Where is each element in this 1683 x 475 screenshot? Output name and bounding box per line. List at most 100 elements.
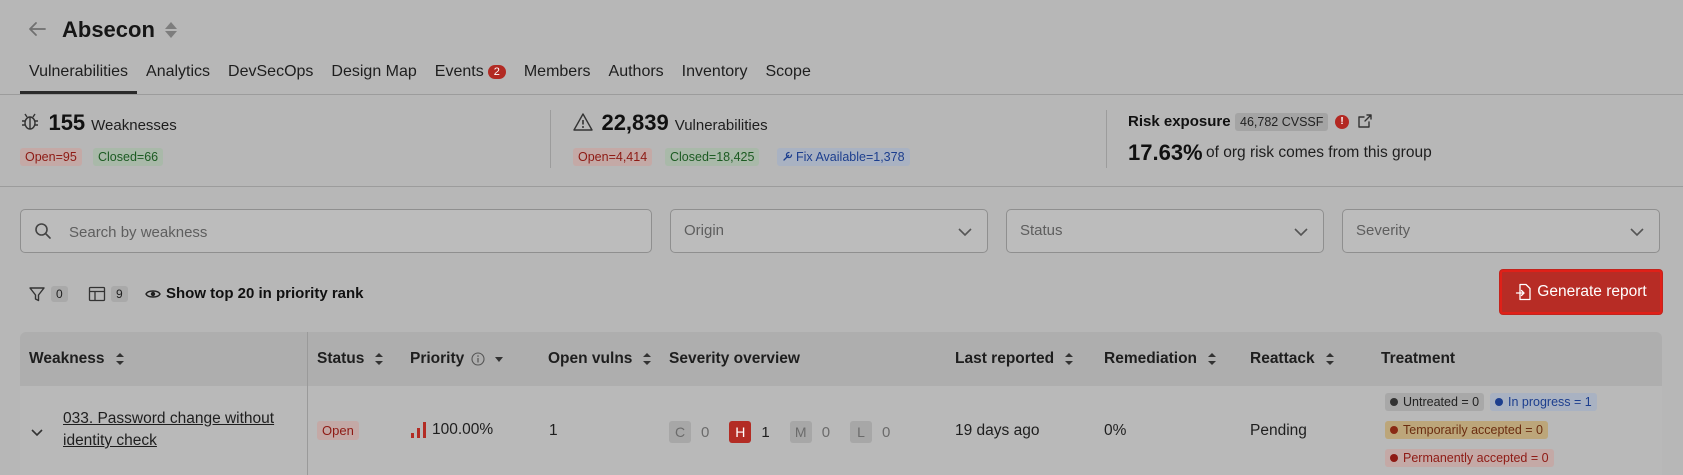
header-reattack[interactable]: Reattack [1250,350,1335,368]
tab-events[interactable]: Events 2 [426,60,515,94]
columns-count: 9 [111,286,128,302]
app-header: Absecon Vulnerabilities Analytics DevSec… [0,0,1683,94]
priority-value: 100.00% [432,421,494,438]
search-input[interactable] [69,221,629,243]
status-select[interactable]: Status [1006,209,1324,253]
severity-select-label: Severity [1356,222,1411,239]
origin-select-label: Origin [684,222,725,239]
report-file-icon [1516,283,1531,301]
sort-icon [1065,353,1074,365]
risk-exposure-title: Risk exposure [1128,113,1231,130]
header-open-vulns[interactable]: Open vulns [548,350,652,368]
tab-analytics[interactable]: Analytics [137,60,219,94]
chevron-down-icon [1294,228,1308,237]
tab-authors[interactable]: Authors [600,60,673,94]
sort-icon [1208,353,1217,365]
status-badge: Open [317,421,359,440]
external-link-icon[interactable] [1357,113,1373,129]
tab-vulnerabilities[interactable]: Vulnerabilities [20,60,138,94]
vulnerabilities-count: 22,839 [601,110,669,135]
severity-overview: C0 H1 M0 L0 [669,421,910,443]
priority-cell: 100.00% [410,421,493,439]
sort-icon [643,353,652,365]
filter-count: 0 [51,286,68,302]
info-icon[interactable] [471,352,485,366]
chevron-down-icon [1630,228,1644,237]
risk-percent: 17.63% [1128,140,1203,165]
tab-inventory[interactable]: Inventory [673,60,757,94]
weaknesses-closed-badge: Closed=66 [93,148,164,166]
chevron-down-icon [958,228,972,237]
wrench-icon [783,151,793,161]
alert-icon[interactable]: ! [1335,115,1349,129]
treatment-permanently-accepted: Permanently accepted = 0 [1385,449,1554,467]
fix-available-badge: Fix Available=1,378 [777,148,910,166]
tab-design-map[interactable]: Design Map [322,60,425,94]
columns-toggle[interactable]: 9 [88,283,128,305]
origin-select[interactable]: Origin [670,209,988,253]
summary-divider-2 [1106,110,1107,168]
tab-members[interactable]: Members [515,60,600,94]
search-box [20,209,652,253]
risk-cvssf-badge: 46,782 CVSSF [1235,113,1329,131]
vulnerabilities-label: Vulnerabilities [674,117,768,134]
summary-bottom-divider [0,186,1683,187]
severity-high: H1 [729,421,770,443]
columns-icon [88,286,106,302]
switch-group-icon[interactable] [164,21,178,39]
open-vulns-value: 1 [549,422,558,439]
severity-low: L0 [850,421,890,443]
weaknesses-label: Weaknesses [91,117,177,134]
header-last-reported[interactable]: Last reported [955,350,1074,368]
eye-icon [145,289,161,298]
risk-description: of org risk comes from this group [1206,144,1432,161]
warning-icon [573,113,593,131]
remediation-value: 0% [1104,422,1127,439]
summary-divider [550,110,551,168]
vulnerabilities-open-badge: Open=4,414 [573,148,653,166]
vulnerabilities-summary: 22,839 Vulnerabilities [573,110,768,136]
sort-icon [375,353,384,365]
signal-bars-icon [411,422,426,438]
generate-report-button[interactable]: Generate report [1500,270,1662,314]
status-select-label: Status [1020,222,1063,239]
filter-toggle[interactable]: 0 [28,283,68,305]
weaknesses-table: Weakness Status Priority Open vulns Seve… [20,332,1662,475]
treatment-temporarily-accepted: Temporarily accepted = 0 [1385,421,1549,439]
header-treatment: Treatment [1381,350,1456,367]
sort-desc-icon [495,357,504,362]
vulnerabilities-closed-badge: Closed=18,425 [665,148,760,166]
sort-icon [1325,353,1334,365]
page-title: Absecon [62,17,155,42]
weaknesses-summary: 155 Weaknesses [20,110,177,136]
header-severity-overview: Severity overview [669,350,800,367]
search-icon [35,223,51,239]
severity-select[interactable]: Severity [1342,209,1660,253]
tab-devsecops[interactable]: DevSecOps [219,60,322,94]
bug-icon [22,113,38,130]
header-weakness[interactable]: Weakness [29,350,125,368]
tab-scope[interactable]: Scope [756,60,819,94]
severity-critical: C0 [669,421,709,443]
treatment-untreated: Untreated = 0 [1385,393,1485,411]
header-divider [0,94,1683,95]
weaknesses-count: 155 [48,110,86,135]
expand-row-icon[interactable] [29,424,45,440]
weakness-link[interactable]: 033. Password change without identity ch… [63,408,274,452]
header-status[interactable]: Status [317,350,384,368]
header-priority[interactable]: Priority [410,350,504,368]
treatment-in-progress: In progress = 1 [1490,393,1597,411]
tab-bar: Vulnerabilities Analytics DevSecOps Desi… [20,60,820,94]
show-top-toggle[interactable]: Show top 20 in priority rank [145,285,364,302]
status-cell: Open [317,421,359,440]
last-reported-value: 19 days ago [955,422,1040,439]
column-separator [307,332,308,475]
back-arrow-icon[interactable] [26,18,48,40]
reattack-value: Pending [1250,422,1307,439]
filter-icon [29,287,45,302]
header-remediation[interactable]: Remediation [1104,350,1217,368]
weaknesses-open-badge: Open=95 [20,148,82,166]
severity-medium: M0 [789,421,830,443]
sort-icon [115,353,124,365]
events-count-badge: 2 [487,65,506,79]
